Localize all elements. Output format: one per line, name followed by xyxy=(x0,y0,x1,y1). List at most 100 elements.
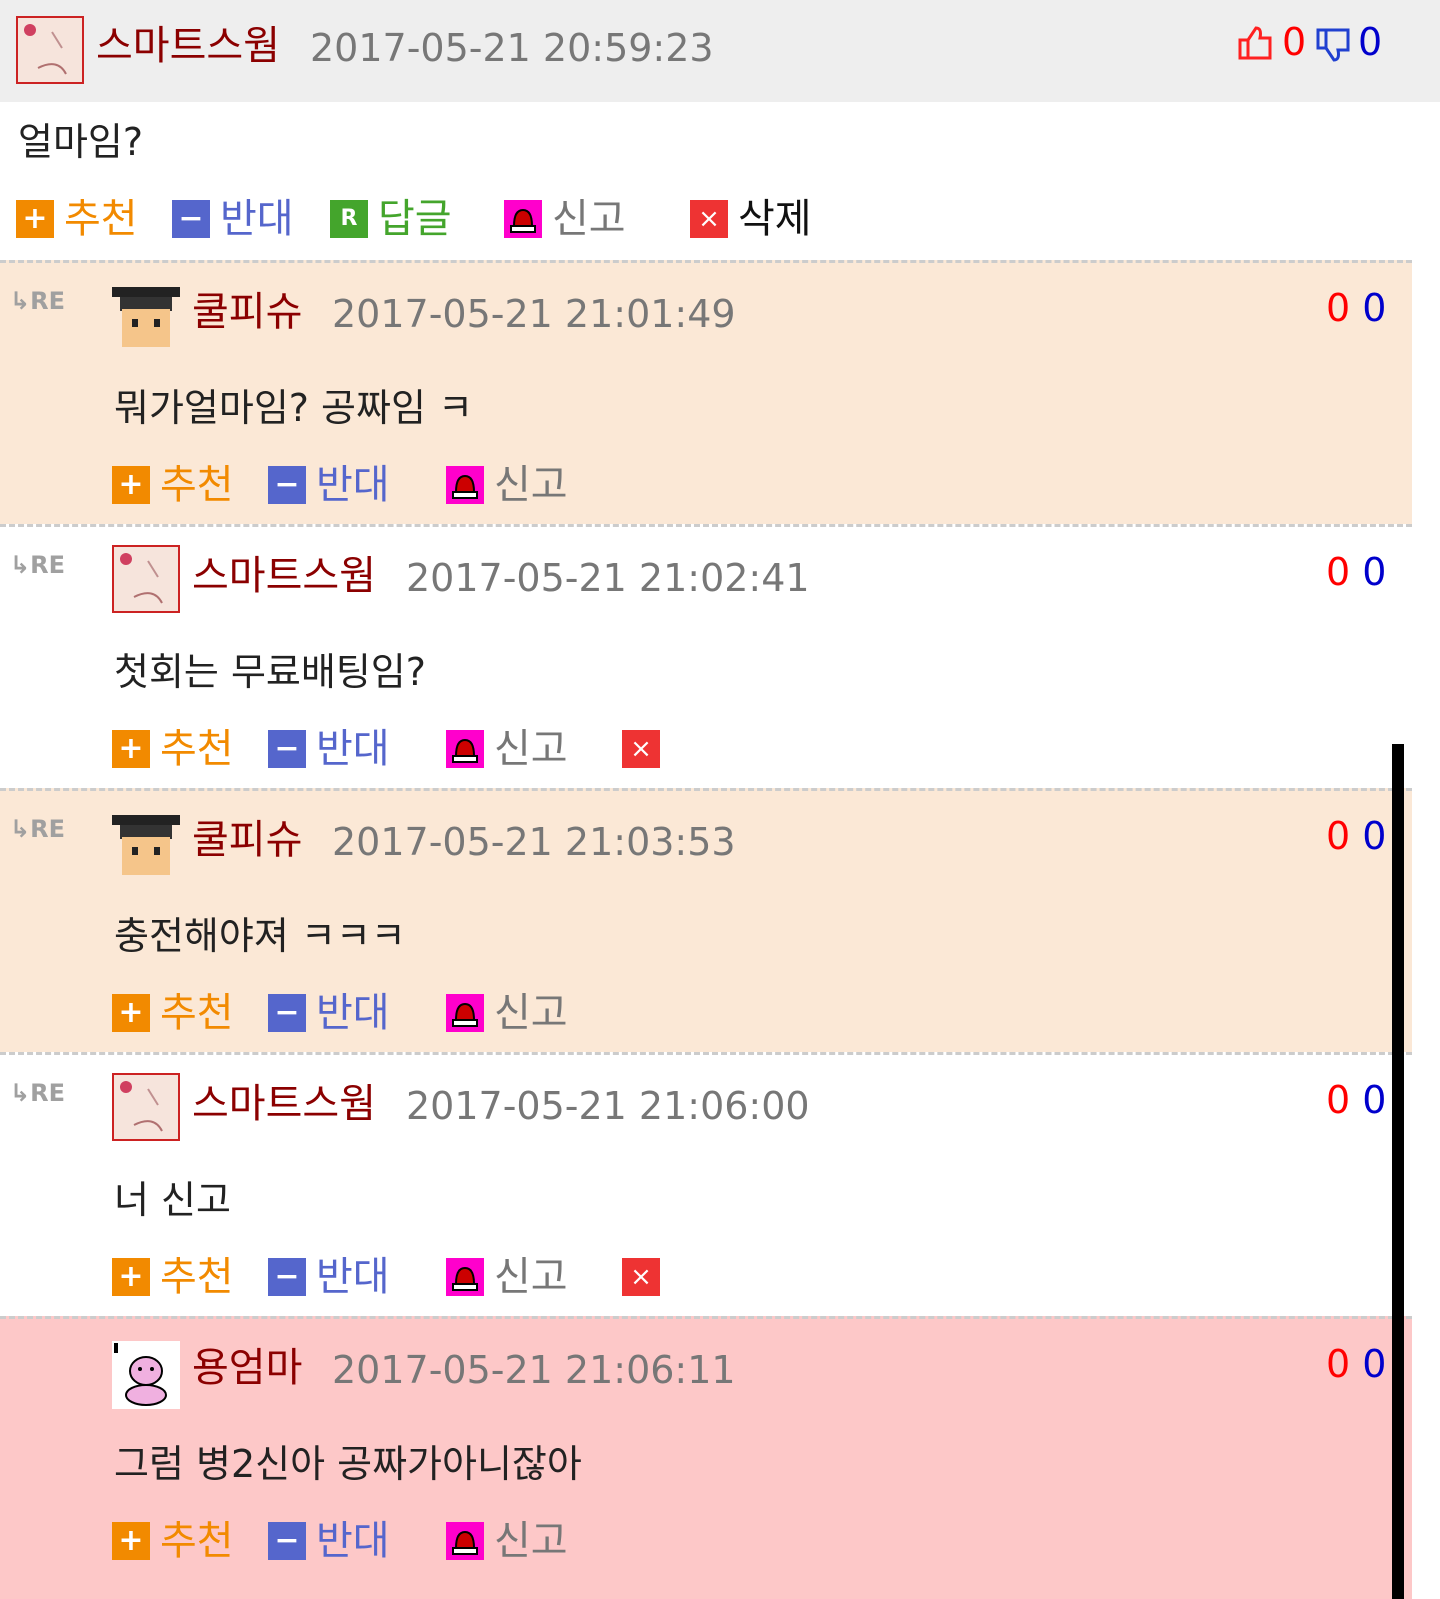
thumbs-down-icon[interactable] xyxy=(1314,26,1352,68)
oppose-label: 반대 xyxy=(316,462,390,508)
recommend-count: 0 xyxy=(1326,1342,1351,1386)
reply-button[interactable]: R 답글 xyxy=(330,194,452,244)
recommend-count: 0 xyxy=(1326,550,1351,594)
siren-icon xyxy=(446,994,484,1032)
oppose-button[interactable]: − 반대 xyxy=(268,1516,390,1566)
siren-icon xyxy=(504,200,542,238)
oppose-count: 0 xyxy=(1358,20,1383,64)
avatar[interactable] xyxy=(112,1341,180,1409)
post-date: 2017-05-21 20:59:23 xyxy=(310,26,714,70)
recommend-label: 추천 xyxy=(160,1254,234,1300)
vote-counts: 0 0 xyxy=(1326,1340,1386,1388)
delete-label: 삭제 xyxy=(738,196,812,242)
recommend-count: 0 xyxy=(1326,286,1351,330)
vote-counts: 0 0 xyxy=(1326,284,1386,332)
author-name[interactable]: 용엄마 xyxy=(192,1344,302,1392)
recommend-count: 0 xyxy=(1282,20,1307,64)
reply-date: 2017-05-21 21:01:49 xyxy=(332,292,736,336)
recommend-button[interactable]: + 추천 xyxy=(112,1516,234,1566)
avatar[interactable] xyxy=(112,545,180,613)
vote-counts: 0 0 xyxy=(1326,812,1386,860)
avatar[interactable] xyxy=(16,16,84,84)
reply-text: 그럼 병2신아 공짜가아니잖아 xyxy=(114,1442,582,1486)
author-name[interactable]: 스마트스웜 xyxy=(96,22,280,70)
plus-icon: + xyxy=(16,200,54,238)
reply-text: 뭐가얼마임? 공짜임 ㅋ xyxy=(114,386,473,430)
plus-icon: + xyxy=(112,994,150,1032)
oppose-label: 반대 xyxy=(316,990,390,1036)
reply-label: 답글 xyxy=(378,196,452,242)
recommend-button[interactable]: + 추천 xyxy=(16,194,138,244)
report-label: 신고 xyxy=(494,1518,568,1564)
avatar[interactable] xyxy=(112,813,180,881)
plus-icon: + xyxy=(112,730,150,768)
reply-icon: R xyxy=(330,200,368,238)
close-icon: × xyxy=(690,200,728,238)
report-button[interactable]: 신고 xyxy=(446,1252,568,1302)
report-button[interactable]: 신고 xyxy=(446,460,568,510)
plus-icon: + xyxy=(112,466,150,504)
siren-icon xyxy=(446,466,484,504)
avatar[interactable] xyxy=(112,285,180,353)
reply-text: 충전해야져 ㅋㅋㅋ xyxy=(114,914,406,958)
recommend-button[interactable]: + 추천 xyxy=(112,724,234,774)
report-label: 신고 xyxy=(494,1254,568,1300)
reply-text: 너 신고 xyxy=(114,1178,231,1222)
reply-date: 2017-05-21 21:03:53 xyxy=(332,820,736,864)
scrollbar[interactable] xyxy=(1392,744,1404,1599)
author-name[interactable]: 스마트스웜 xyxy=(192,552,376,600)
oppose-label: 반대 xyxy=(316,1254,390,1300)
recommend-label: 추천 xyxy=(160,1518,234,1564)
vote-counts: 0 0 xyxy=(1326,1076,1386,1124)
oppose-count: 0 xyxy=(1362,814,1387,858)
reply-text: 첫회는 무료배팅임? xyxy=(114,650,426,694)
recommend-button[interactable]: + 추천 xyxy=(112,988,234,1038)
oppose-button[interactable]: − 반대 xyxy=(172,194,294,244)
oppose-label: 반대 xyxy=(316,1518,390,1564)
delete-button[interactable]: × xyxy=(622,1252,670,1302)
report-button[interactable]: 신고 xyxy=(446,988,568,1038)
reply-date: 2017-05-21 21:02:41 xyxy=(406,556,810,600)
recommend-label: 추천 xyxy=(160,462,234,508)
reply-item: ↳RE 쿨피슈 2017-05-21 21:01:49 0 0 뭐가얼마임? 공… xyxy=(0,260,1412,524)
minus-icon: − xyxy=(268,1522,306,1560)
oppose-button[interactable]: − 반대 xyxy=(268,1252,390,1302)
oppose-label: 반대 xyxy=(316,726,390,772)
author-name[interactable]: 쿨피슈 xyxy=(192,816,302,864)
recommend-count: 0 xyxy=(1326,1078,1351,1122)
reply-item: ↳RE 스마트스웜 2017-05-21 21:06:00 0 0 너 신고 +… xyxy=(0,1052,1412,1316)
close-icon: × xyxy=(622,730,660,768)
recommend-button[interactable]: + 추천 xyxy=(112,1252,234,1302)
recommend-label: 추천 xyxy=(64,196,138,242)
report-label: 신고 xyxy=(494,462,568,508)
report-label: 신고 xyxy=(494,726,568,772)
report-label: 신고 xyxy=(494,990,568,1036)
avatar[interactable] xyxy=(112,1073,180,1141)
delete-button[interactable]: × 삭제 xyxy=(690,194,812,244)
oppose-button[interactable]: − 반대 xyxy=(268,988,390,1038)
report-button[interactable]: 신고 xyxy=(446,1516,568,1566)
author-name[interactable]: 스마트스웜 xyxy=(192,1080,376,1128)
minus-icon: − xyxy=(268,994,306,1032)
delete-button[interactable]: × xyxy=(622,724,670,774)
minus-icon: − xyxy=(268,1258,306,1296)
minus-icon: − xyxy=(268,466,306,504)
siren-icon xyxy=(446,1522,484,1560)
oppose-button[interactable]: − 반대 xyxy=(268,460,390,510)
recommend-count: 0 xyxy=(1326,814,1351,858)
close-icon: × xyxy=(622,1258,660,1296)
siren-icon xyxy=(446,730,484,768)
recommend-label: 추천 xyxy=(160,726,234,772)
oppose-button[interactable]: − 반대 xyxy=(268,724,390,774)
recommend-button[interactable]: + 추천 xyxy=(112,460,234,510)
plus-icon: + xyxy=(112,1258,150,1296)
report-button[interactable]: 신고 xyxy=(446,724,568,774)
report-button[interactable]: 신고 xyxy=(504,194,626,244)
oppose-count: 0 xyxy=(1362,286,1387,330)
re-marker: ↳RE xyxy=(10,1079,65,1107)
plus-icon: + xyxy=(112,1522,150,1560)
thumbs-up-icon[interactable] xyxy=(1236,24,1274,66)
oppose-count: 0 xyxy=(1362,550,1387,594)
author-name[interactable]: 쿨피슈 xyxy=(192,288,302,336)
reply-date: 2017-05-21 21:06:11 xyxy=(332,1348,736,1392)
